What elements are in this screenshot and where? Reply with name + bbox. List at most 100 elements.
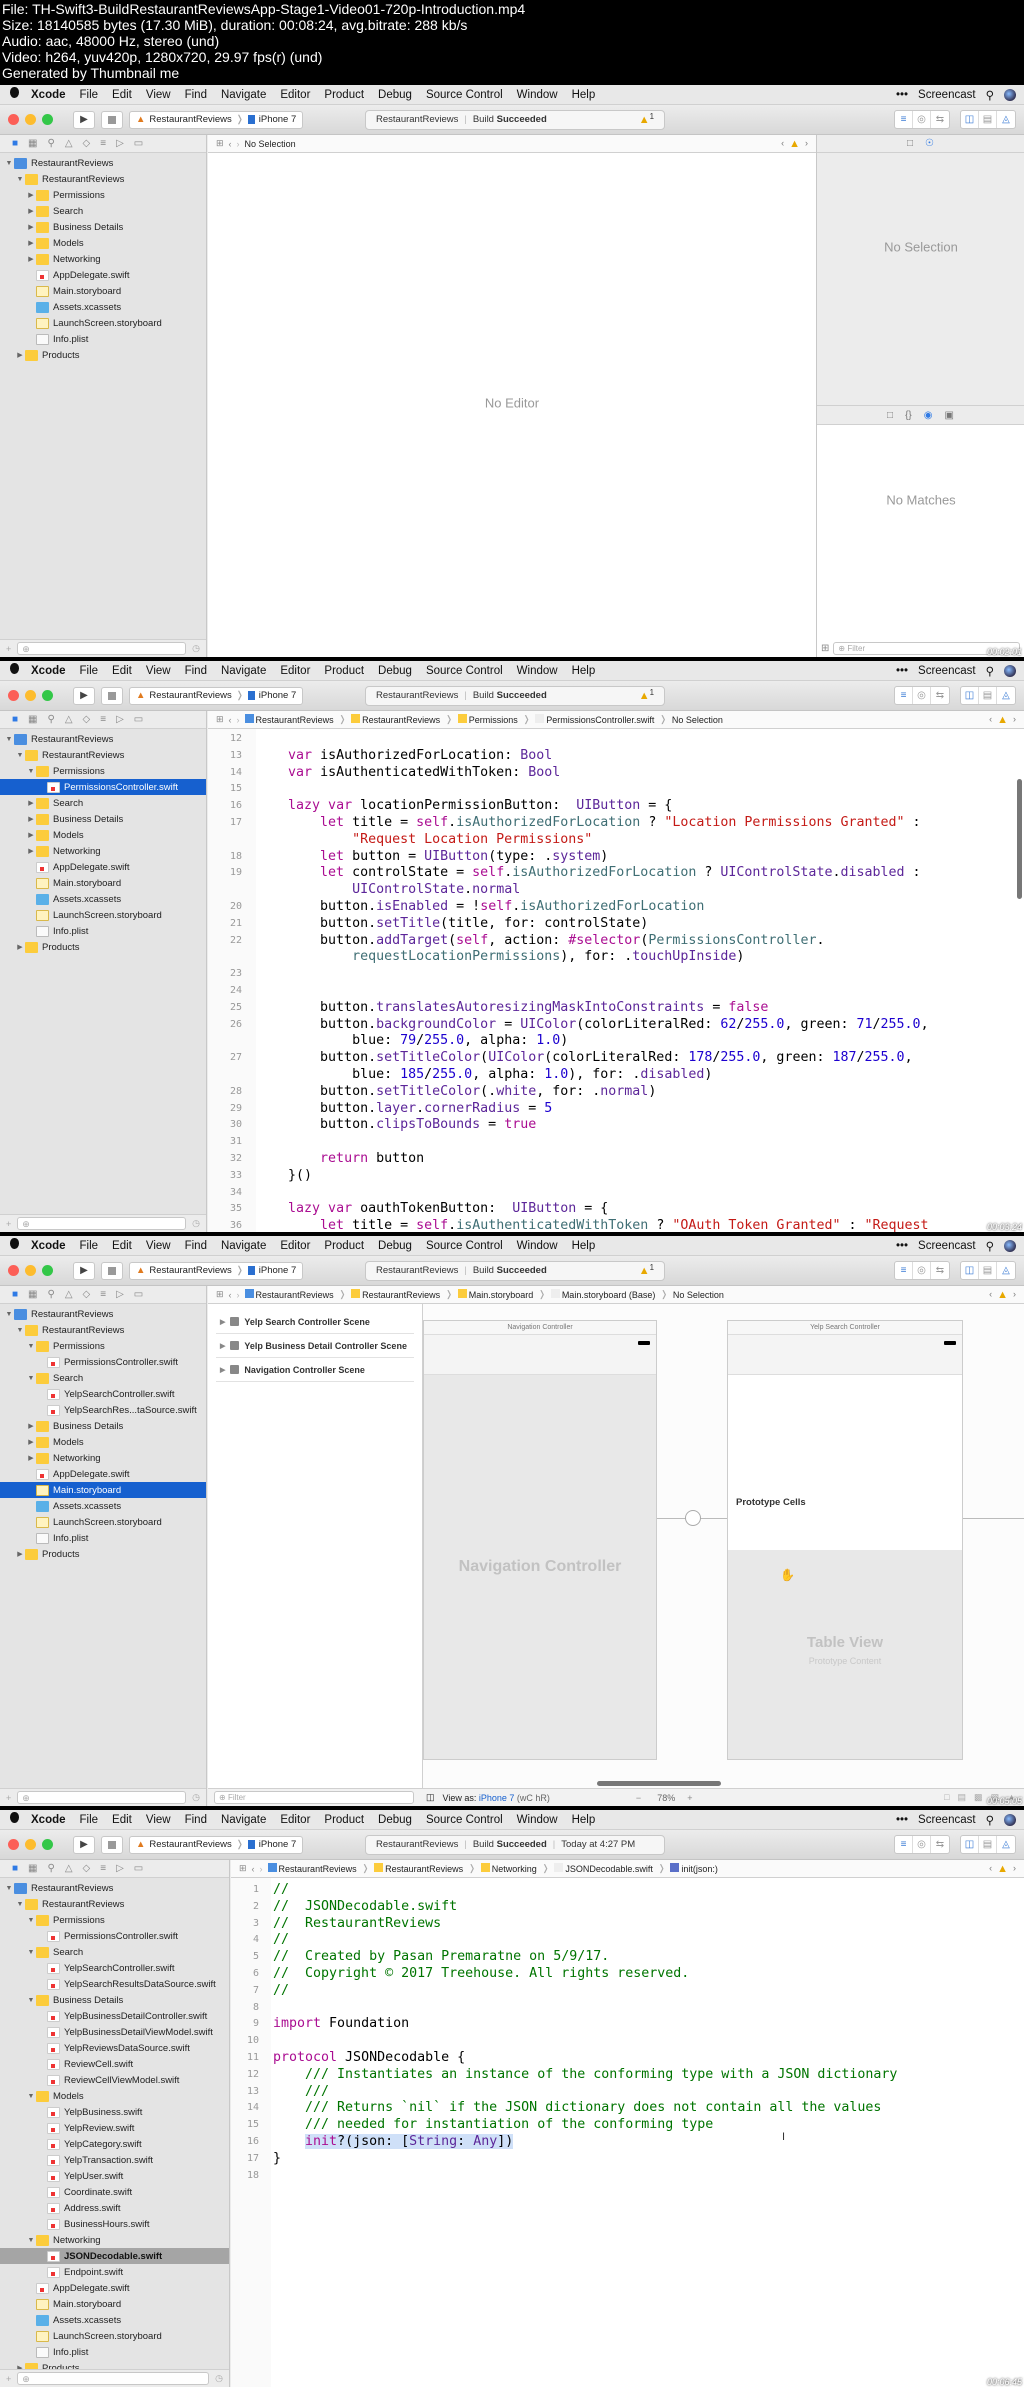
back-button[interactable]: ‹ bbox=[252, 1864, 255, 1874]
inspector-toggle-icon[interactable]: ◬ bbox=[997, 1262, 1015, 1279]
scheme-selector[interactable]: ▲ RestaurantReviews ❭ iPhone 7 bbox=[129, 1835, 304, 1854]
close-button[interactable] bbox=[8, 114, 19, 125]
siri-icon[interactable] bbox=[1004, 1813, 1016, 1826]
menu-item-help[interactable]: Help bbox=[572, 1814, 596, 1826]
navigator-item[interactable]: YelpUser.swift bbox=[0, 2168, 229, 2184]
project-navigator-icon[interactable]: ■ bbox=[12, 714, 18, 725]
file-template-icon[interactable]: □ bbox=[887, 410, 893, 421]
menu-item-window[interactable]: Window bbox=[517, 89, 558, 101]
related-items-icon[interactable]: ⊞ bbox=[216, 714, 224, 725]
add-icon[interactable]: + bbox=[6, 2374, 11, 2384]
navigator-item[interactable]: Endpoint.swift bbox=[0, 2264, 229, 2280]
apple-icon[interactable] bbox=[10, 1238, 19, 1253]
siri-icon[interactable] bbox=[1004, 664, 1016, 677]
assistant-editor-icon[interactable]: ◎ bbox=[913, 111, 931, 128]
forward-button[interactable]: › bbox=[260, 1864, 263, 1874]
navigator-item[interactable]: YelpCategory.swift bbox=[0, 2136, 229, 2152]
navigator-item[interactable]: Info.plist bbox=[0, 923, 206, 939]
jump-bar-item[interactable]: RestaurantReviews bbox=[267, 1863, 357, 1874]
run-button[interactable]: ▶ bbox=[73, 1261, 95, 1280]
minimize-button[interactable] bbox=[25, 1265, 36, 1276]
disclosure-triangle-icon[interactable]: ▶ bbox=[26, 815, 36, 823]
add-icon[interactable]: + bbox=[6, 1219, 11, 1229]
disclosure-triangle-icon[interactable]: ▶ bbox=[15, 351, 25, 359]
close-button[interactable] bbox=[8, 690, 19, 701]
menu-app[interactable]: Xcode bbox=[31, 89, 66, 101]
next-issue-button[interactable]: › bbox=[1013, 1289, 1016, 1301]
menu-item-help[interactable]: Help bbox=[572, 89, 596, 101]
run-button[interactable]: ▶ bbox=[73, 1835, 95, 1854]
menu-item-edit[interactable]: Edit bbox=[112, 665, 132, 677]
navigator-filter-input[interactable]: ⊕ bbox=[17, 642, 187, 655]
menu-item-debug[interactable]: Debug bbox=[378, 665, 412, 677]
apple-icon[interactable] bbox=[10, 1812, 19, 1827]
jump-bar-item[interactable]: RestaurantReviews bbox=[351, 714, 440, 725]
debug-toggle-icon[interactable]: ▤ bbox=[979, 687, 997, 704]
debug-navigator-icon[interactable]: ≡ bbox=[100, 714, 106, 725]
menu-item-help[interactable]: Help bbox=[572, 665, 596, 677]
navigator-item[interactable]: AppDelegate.swift bbox=[0, 2280, 229, 2296]
menu-item-find[interactable]: Find bbox=[185, 1240, 207, 1252]
navigator-item[interactable]: ▼ Permissions bbox=[0, 1912, 229, 1928]
navigator-item[interactable]: PermissionsController.swift bbox=[0, 1928, 229, 1944]
navigator-item[interactable]: LaunchScreen.storyboard bbox=[0, 907, 206, 923]
media-library-icon[interactable]: ▣ bbox=[945, 410, 954, 421]
navigator-item[interactable]: ▼ RestaurantReviews bbox=[0, 1306, 206, 1322]
debug-navigator-icon[interactable]: ≡ bbox=[100, 138, 106, 149]
navigator-item[interactable]: ▶ Search bbox=[0, 203, 206, 219]
search-icon[interactable]: ⚲ bbox=[986, 1813, 994, 1827]
navigator-item[interactable]: LaunchScreen.storyboard bbox=[0, 1514, 206, 1530]
navigator-item[interactable]: ▶ Business Details bbox=[0, 811, 206, 827]
minimize-button[interactable] bbox=[25, 1839, 36, 1850]
segue-icon[interactable] bbox=[685, 1510, 701, 1526]
forward-button[interactable]: › bbox=[237, 1290, 240, 1300]
disclosure-triangle-icon[interactable]: ▶ bbox=[26, 799, 36, 807]
view-as-button[interactable]: View as: iPhone 7 (wC hR) bbox=[443, 1793, 550, 1803]
navigator-item[interactable]: Info.plist bbox=[0, 2344, 229, 2360]
navigator-item[interactable]: Main.storyboard bbox=[0, 875, 206, 891]
grid-view-icon[interactable]: ⊞ bbox=[821, 643, 829, 654]
screencast-menu[interactable]: Screencast bbox=[918, 1240, 976, 1252]
disclosure-triangle-icon[interactable]: ▶ bbox=[15, 943, 25, 951]
navigator-item[interactable]: ▶ Business Details bbox=[0, 219, 206, 235]
debug-toggle-icon[interactable]: ▤ bbox=[979, 1262, 997, 1279]
next-issue-button[interactable]: › bbox=[805, 138, 808, 150]
horizontal-scrollbar[interactable] bbox=[597, 1781, 721, 1786]
zoom-button[interactable] bbox=[42, 690, 53, 701]
disclosure-triangle-icon[interactable]: ▶ bbox=[26, 239, 36, 247]
navigator-item[interactable]: YelpSearchResultsDataSource.swift bbox=[0, 1976, 229, 1992]
version-editor-icon[interactable]: ⇆ bbox=[931, 111, 949, 128]
zoom-in-button[interactable]: + bbox=[687, 1793, 692, 1803]
menu-item-navigate[interactable]: Navigate bbox=[221, 1240, 266, 1252]
jump-bar-item[interactable]: Networking bbox=[480, 1863, 537, 1874]
navigator-filter-input[interactable]: ⊕ bbox=[17, 2372, 210, 2385]
navigator-item[interactable]: YelpReview.swift bbox=[0, 2120, 229, 2136]
outline-scene[interactable]: ▶ Yelp Search Controller Scene bbox=[216, 1310, 414, 1334]
issue-navigator-icon[interactable]: △ bbox=[65, 138, 73, 149]
object-library-icon[interactable]: ◉ bbox=[924, 410, 933, 421]
zoom-button[interactable] bbox=[42, 1839, 53, 1850]
disclosure-triangle-icon[interactable]: ▼ bbox=[26, 1375, 36, 1382]
disclosure-triangle-icon[interactable]: ▼ bbox=[15, 176, 25, 183]
version-editor-icon[interactable]: ⇆ bbox=[931, 1262, 949, 1279]
menu-app[interactable]: Xcode bbox=[31, 665, 66, 677]
navigator-item[interactable]: Coordinate.swift bbox=[0, 2184, 229, 2200]
close-button[interactable] bbox=[8, 1265, 19, 1276]
navigator-item[interactable]: LaunchScreen.storyboard bbox=[0, 2328, 229, 2344]
storyboard-canvas[interactable]: Navigation Controller Navigation Control… bbox=[423, 1304, 1024, 1788]
version-editor-icon[interactable]: ⇆ bbox=[931, 687, 949, 704]
navigator-item[interactable]: Assets.xcassets bbox=[0, 2312, 229, 2328]
quick-help-icon[interactable]: ☉ bbox=[925, 138, 934, 149]
disclosure-triangle-icon[interactable]: ▼ bbox=[26, 1343, 36, 1350]
disclosure-triangle-icon[interactable]: ▼ bbox=[15, 752, 25, 759]
menu-item-view[interactable]: View bbox=[146, 89, 171, 101]
navigator-item[interactable]: AppDelegate.swift bbox=[0, 859, 206, 875]
more-icon[interactable]: ••• bbox=[896, 1814, 908, 1826]
test-navigator-icon[interactable]: ◇ bbox=[83, 138, 91, 149]
assistant-editor-icon[interactable]: ◎ bbox=[913, 1836, 931, 1853]
navigator-item[interactable]: ▼ Permissions bbox=[0, 1338, 206, 1354]
assistant-editor-icon[interactable]: ◎ bbox=[913, 1262, 931, 1279]
next-issue-button[interactable]: › bbox=[1013, 1863, 1016, 1875]
recent-files-icon[interactable]: ◷ bbox=[192, 1218, 200, 1229]
navigator-item[interactable]: ▶ Models bbox=[0, 1434, 206, 1450]
